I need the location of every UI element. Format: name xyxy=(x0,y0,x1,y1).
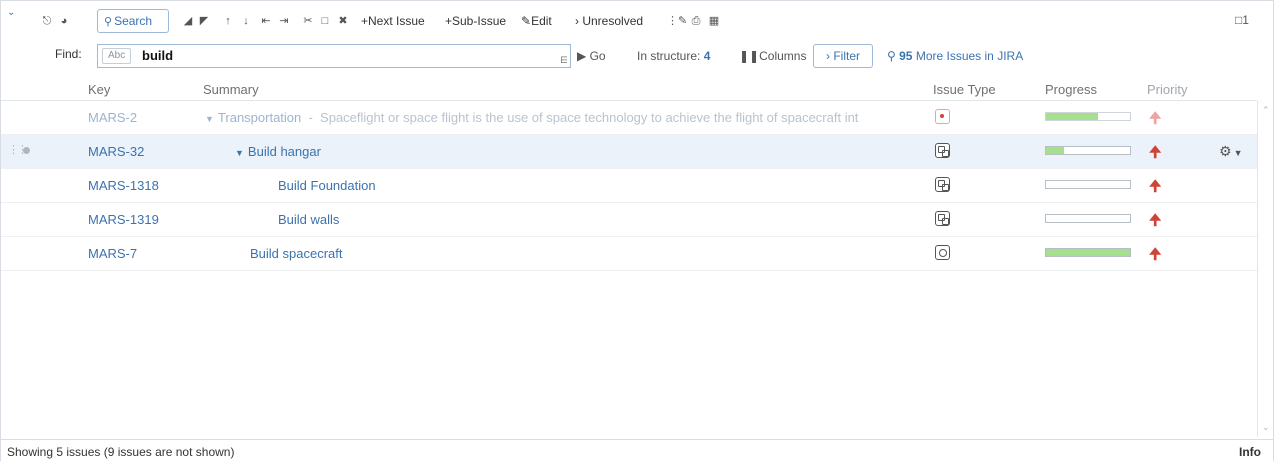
columns-icon: ❚❚ xyxy=(739,49,760,63)
vertical-scrollbar[interactable]: ⌃ ⌄ xyxy=(1257,101,1273,437)
scroll-down-icon[interactable]: ⌄ xyxy=(1262,422,1270,433)
next-issue-button[interactable]: +Next Issue xyxy=(361,11,425,31)
search-icon: ⚲ xyxy=(104,16,113,28)
column-header-key[interactable]: Key xyxy=(88,82,110,97)
table-row[interactable]: MARS-1318 Build Foundation 🠉 xyxy=(1,169,1257,203)
progress-bar xyxy=(1045,112,1131,121)
unresolved-button[interactable]: › Unresolved xyxy=(575,11,643,31)
priority-high-icon: 🠉 xyxy=(1149,110,1162,127)
status-text: Showing 5 issues (9 issues are not shown… xyxy=(7,445,235,459)
issue-key[interactable]: MARS-7 xyxy=(88,246,137,261)
find-input-value: build xyxy=(142,48,174,63)
collapse-all-icon[interactable]: ◢ xyxy=(183,11,193,31)
move-up-icon[interactable]: ↑ xyxy=(223,11,233,31)
expand-triangle-icon[interactable]: ▼ xyxy=(235,148,244,158)
pin-icon[interactable]: ⎋ xyxy=(41,11,53,31)
indent-icon[interactable]: ⇥ xyxy=(277,11,291,31)
column-header-issue-type[interactable]: Issue Type xyxy=(933,82,996,97)
issue-summary[interactable]: Build spacecraft xyxy=(250,246,343,261)
row-marker xyxy=(23,147,30,154)
task-icon xyxy=(935,245,950,260)
issue-key[interactable]: MARS-2 xyxy=(88,110,137,125)
bulk-edit-icon[interactable]: ⋮✎ xyxy=(667,11,687,31)
progress-fill xyxy=(1046,249,1130,256)
search-button[interactable]: ⚲ Search xyxy=(97,9,169,33)
remove-icon[interactable]: ✖ xyxy=(337,11,349,31)
export-excel-icon[interactable]: ▦ xyxy=(707,11,721,31)
issue-grid: MARS-2 ▼ Transportation - Spaceflight or … xyxy=(1,101,1257,437)
issue-description: Spaceflight or space flight is the use o… xyxy=(320,110,859,125)
sub-task-icon xyxy=(935,177,950,192)
pencil-icon: ✎ xyxy=(521,14,532,28)
go-button[interactable]: ▶ Go xyxy=(577,49,606,63)
column-header-summary[interactable]: Summary xyxy=(203,82,259,97)
progress-bar xyxy=(1045,180,1131,189)
filter-button[interactable]: › Filter xyxy=(813,44,873,68)
issue-summary: ▼ Build hangar xyxy=(235,144,321,159)
issue-key[interactable]: MARS-32 xyxy=(88,144,144,159)
notification-count[interactable]: □1 xyxy=(1235,13,1249,27)
priority-high-icon: 🠉 xyxy=(1149,246,1162,263)
priority-high-icon: 🠉 xyxy=(1149,178,1162,195)
cut-icon[interactable]: ✂ xyxy=(301,11,315,31)
column-header-priority[interactable]: Priority xyxy=(1147,82,1187,97)
sub-issue-button[interactable]: +Sub-Issue xyxy=(445,11,506,31)
history-icon[interactable]: ◕ xyxy=(57,11,71,31)
table-row[interactable]: MARS-2 ▼ Transportation - Spaceflight or … xyxy=(1,101,1257,135)
row-actions-button[interactable]: ⚙ ▼ xyxy=(1219,143,1242,160)
progress-bar xyxy=(1045,248,1131,257)
toolbar: ⌄ ⎋ ◕ ⚲ Search ◢ ◤ ↑ ↓ ⇤ ⇥ ✂ □ ✖ +Next Is… xyxy=(1,7,1273,35)
progress-bar xyxy=(1045,214,1131,223)
find-label: Find: xyxy=(55,47,82,61)
priority-high-icon: 🠉 xyxy=(1149,144,1162,161)
gear-icon: ⚙ xyxy=(1219,143,1232,159)
move-down-icon[interactable]: ↓ xyxy=(241,11,251,31)
search-icon: ⚲ xyxy=(887,49,900,63)
table-row[interactable]: MARS-1319 Build walls 🠉 xyxy=(1,203,1257,237)
find-input[interactable]: Abc build ⋿ xyxy=(97,44,571,68)
in-structure-count: In structure: 4 xyxy=(637,49,711,63)
issue-summary[interactable]: Build walls xyxy=(278,212,339,227)
outdent-icon[interactable]: ⇤ xyxy=(259,11,273,31)
match-case-toggle[interactable]: Abc xyxy=(102,48,132,64)
structure-panel: ⌄ ⎋ ◕ ⚲ Search ◢ ◤ ↑ ↓ ⇤ ⇥ ✂ □ ✖ +Next Is… xyxy=(0,0,1274,461)
progress-fill xyxy=(1046,147,1065,154)
play-icon: ▶ xyxy=(577,49,590,63)
status-bar: Showing 5 issues (9 issues are not shown… xyxy=(1,439,1273,461)
priority-high-icon: 🠉 xyxy=(1149,212,1162,229)
issue-summary: ▼ Transportation - Spaceflight or space f… xyxy=(205,110,859,125)
edit-button[interactable]: ✎Edit xyxy=(521,11,552,31)
table-row[interactable]: MARS-7 Build spacecraft 🠉 xyxy=(1,237,1257,271)
columns-button[interactable]: ❚❚Columns xyxy=(739,49,806,63)
chevron-down-icon: ▼ xyxy=(1233,148,1243,158)
issue-key[interactable]: MARS-1319 xyxy=(88,212,159,227)
progress-bar xyxy=(1045,146,1131,155)
expand-triangle-icon[interactable]: ▼ xyxy=(205,114,214,124)
resize-grip-icon[interactable]: ⋿ xyxy=(560,55,568,66)
collapse-panel-icon[interactable]: ⌄ xyxy=(7,7,15,18)
progress-fill xyxy=(1046,113,1099,120)
info-link[interactable]: Info xyxy=(1239,445,1261,459)
scroll-up-icon[interactable]: ⌃ xyxy=(1262,105,1270,116)
table-row[interactable]: ⋮⋮ MARS-32 ▼ Build hangar 🠉 ⚙ ▼ xyxy=(1,135,1257,169)
more-issues-link[interactable]: ⚲ 95 More Issues in JIRA xyxy=(887,49,1023,63)
paste-icon[interactable]: □ xyxy=(319,11,331,31)
column-header-progress[interactable]: Progress xyxy=(1045,82,1097,97)
column-headers: Key Summary Issue Type Progress Priority xyxy=(1,79,1257,101)
bug-icon xyxy=(935,109,950,124)
print-icon[interactable]: ⎙ xyxy=(689,11,703,31)
sub-task-icon xyxy=(935,143,950,158)
find-row: Find: Abc build ⋿ ▶ Go In structure: 4 ❚… xyxy=(1,41,1273,69)
sub-task-icon xyxy=(935,211,950,226)
issue-summary[interactable]: Build Foundation xyxy=(278,178,376,193)
issue-key[interactable]: MARS-1318 xyxy=(88,178,159,193)
expand-all-icon[interactable]: ◤ xyxy=(199,11,209,31)
